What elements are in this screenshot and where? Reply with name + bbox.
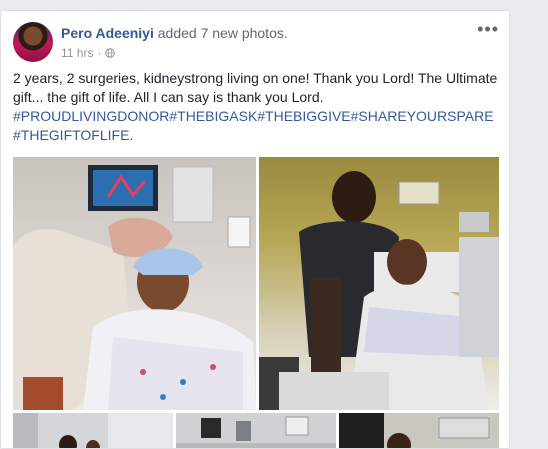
post-action-text: added 7 new photos. [157,25,288,41]
avatar[interactable] [13,22,53,62]
more-options-icon[interactable]: ••• [477,19,499,40]
photo-5[interactable] [339,413,499,448]
hashtags-line-1[interactable]: #PROUDLIVINGDONOR#THEBIGASK#THEBIGGIVE#S… [13,108,494,124]
timestamp-link[interactable]: 11 hrs [61,46,93,60]
meta-separator: · [97,46,102,60]
post-card: Pero Adeeniyi added 7 new photos. 11 hrs… [0,10,510,449]
post-body-text: 2 years, 2 surgeries, kidneystrong livin… [13,70,498,105]
photo-3[interactable] [13,413,173,448]
post-meta: 11 hrs · [61,46,116,60]
post-header: Pero Adeeniyi added 7 new photos. [61,25,288,41]
photo-4[interactable] [176,413,336,448]
photo-1[interactable] [13,157,256,410]
hashtags-line-2[interactable]: #THEGIFTOFLIFE. [13,127,133,143]
post-text: 2 years, 2 surgeries, kidneystrong livin… [13,69,503,145]
globe-icon[interactable] [105,48,116,58]
photo-2[interactable] [259,157,499,410]
author-name-link[interactable]: Pero Adeeniyi [61,25,154,41]
